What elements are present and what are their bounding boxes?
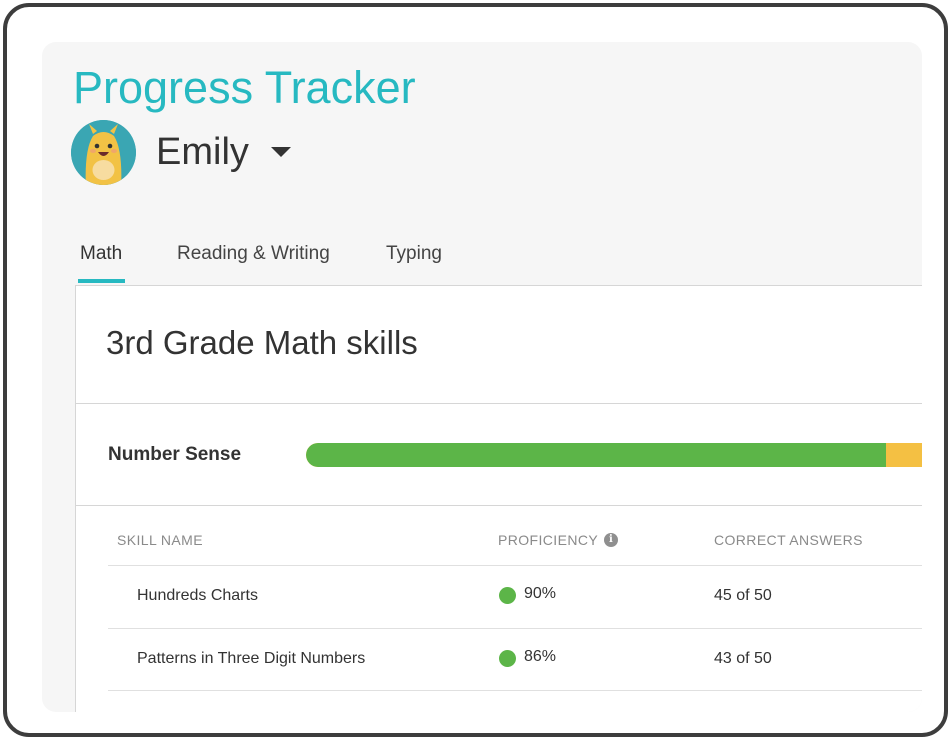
skills-card: 3rd Grade Math skills Number Sense SKILL… — [75, 285, 922, 712]
device-frame: Progress Tracker Emily Math Reading & Wr… — [3, 3, 948, 737]
correct-answers-value: 43 of 50 — [714, 650, 772, 667]
row-divider — [108, 628, 922, 629]
divider — [76, 505, 922, 506]
proficiency-status-dot — [499, 650, 516, 667]
correct-answers-value: 45 of 50 — [714, 587, 772, 604]
user-name: Emily — [156, 130, 249, 173]
proficiency-value: 86% — [524, 648, 557, 665]
progress-mastered-fill — [306, 443, 886, 467]
column-header-proficiency: PROFICIENCY i — [498, 532, 619, 548]
card-title: 3rd Grade Math skills — [106, 324, 418, 361]
column-header-correct-answers: CORRECT ANSWERS — [714, 532, 863, 548]
column-header-proficiency-label: PROFICIENCY — [498, 532, 599, 548]
tab-typing[interactable]: Typing — [386, 237, 442, 283]
tab-math[interactable]: Math — [77, 237, 126, 283]
row-divider — [108, 690, 922, 691]
tab-reading-writing[interactable]: Reading & Writing — [177, 237, 330, 283]
info-icon[interactable]: i — [604, 533, 619, 547]
chevron-down-icon[interactable] — [270, 147, 291, 157]
row-divider — [108, 565, 922, 566]
proficiency-value: 90% — [524, 585, 557, 602]
column-header-correct-answers-label: CORRECT ANSWERS — [714, 532, 863, 548]
progress-tracker-panel: Progress Tracker Emily Math Reading & Wr… — [42, 42, 922, 712]
skill-area-label: Number Sense — [108, 444, 242, 465]
column-header-skill-name: SKILL NAME — [117, 532, 203, 548]
frame-notch — [33, 7, 83, 15]
column-header-skill-name-label: SKILL NAME — [117, 532, 203, 548]
skill-name: Hundreds Charts — [137, 587, 258, 604]
subject-tabs: Math Reading & Writing Typing — [42, 237, 922, 285]
skill-area-progress-bar — [306, 443, 922, 467]
divider — [76, 403, 922, 404]
avatar — [71, 119, 136, 185]
user-selector[interactable]: Emily — [71, 119, 291, 185]
skill-name: Patterns in Three Digit Numbers — [137, 650, 366, 667]
proficiency-status-dot — [499, 587, 516, 604]
page-title: Progress Tracker — [73, 62, 416, 113]
